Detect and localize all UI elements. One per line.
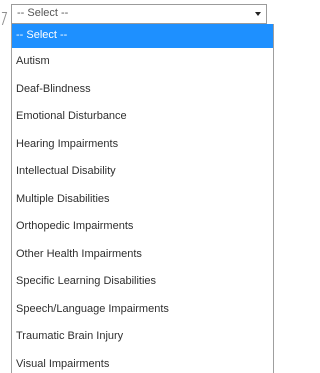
dropdown-option-visual-impairments[interactable]: Visual Impairments (12, 351, 273, 373)
dropdown-option-emotional-disturbance[interactable]: Emotional Disturbance (12, 103, 273, 131)
dropdown-option-orthopedic-impairments[interactable]: Orthopedic Impairments (12, 213, 273, 241)
dropdown-option-multiple-disabilities[interactable]: Multiple Disabilities (12, 186, 273, 214)
dropdown-option-intellectual-disability[interactable]: Intellectual Disability (12, 158, 273, 186)
dropdown-option-speech-language-impairments[interactable]: Speech/Language Impairments (12, 296, 273, 324)
left-edge-fragment (0, 12, 8, 25)
select-current-value: -- Select -- (17, 7, 69, 19)
dropdown-option-deaf-blindness[interactable]: Deaf-Blindness (12, 76, 273, 104)
dropdown-option-specific-learning-disabilities[interactable]: Specific Learning Disabilities (12, 268, 273, 296)
disability-category-select-screen: -- Select -- -- Select -- Autism Deaf-Bl… (0, 0, 275, 373)
dropdown-option-traumatic-brain-injury[interactable]: Traumatic Brain Injury (12, 323, 273, 351)
dropdown-option-autism[interactable]: Autism (12, 48, 273, 76)
disability-category-dropdown-list[interactable]: -- Select -- Autism Deaf-Blindness Emoti… (11, 24, 274, 373)
chevron-down-icon[interactable] (255, 12, 261, 16)
dropdown-option-hearing-impairments[interactable]: Hearing Impairments (12, 131, 273, 159)
disability-category-select[interactable]: -- Select -- (11, 4, 267, 24)
dropdown-option-other-health-impairments[interactable]: Other Health Impairments (12, 241, 273, 269)
dropdown-option-select[interactable]: -- Select -- (12, 24, 273, 48)
